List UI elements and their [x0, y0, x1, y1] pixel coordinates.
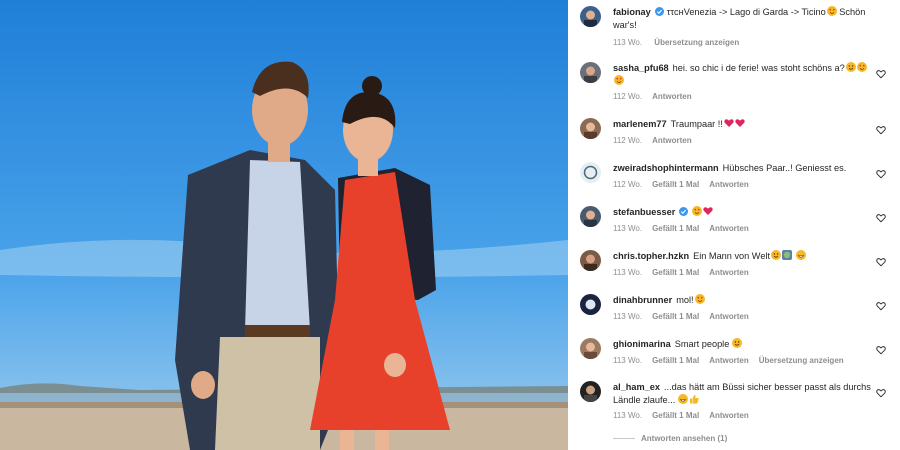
smile-emoji-icon [845, 62, 856, 72]
caption-text: fabionay ττснVenezia -> Lago di Garda -> … [613, 6, 866, 30]
globe-emoji-icon [782, 250, 793, 260]
timestamp: 112 Wo. [613, 136, 643, 145]
timestamp: 113 Wo. [613, 38, 643, 47]
comment-meta: 112 Wo. Antworten [613, 136, 702, 145]
comment-body: stefanbuesser [613, 206, 875, 219]
comment-body: chris.topher.hzkn Ein Mann von Welt [613, 250, 875, 263]
avatar[interactable] [580, 338, 601, 359]
username[interactable]: zweiradshophintermann [613, 163, 719, 173]
reply-link[interactable]: Antworten [709, 224, 749, 233]
avatar[interactable] [580, 294, 601, 315]
comment-body: al_ham_ex ...das hätt am Büssi sicher bes… [613, 382, 871, 405]
username[interactable]: al_ham_ex [613, 382, 660, 392]
comment-meta: 112 Wo. Gefällt 1 Mal Antworten [613, 180, 759, 189]
username[interactable]: sasha_pfu68 [613, 63, 669, 73]
username[interactable]: fabionay [613, 7, 651, 17]
heart-eyes-emoji-icon [826, 6, 837, 16]
translate-link[interactable]: Übersetzung anzeigen [759, 356, 844, 365]
avatar[interactable] [580, 381, 601, 402]
timestamp: 113 Wo. [613, 224, 643, 233]
timestamp: 113 Wo. [613, 356, 643, 365]
reply-link[interactable]: Antworten [652, 92, 692, 101]
comment-body: ghionimarina Smart people [613, 338, 875, 351]
translate-link[interactable]: Übersetzung anzeigen [654, 38, 739, 47]
comment-body: sasha_pfu68 hei. so chic i de ferie! was … [613, 62, 875, 87]
caption-meta: 113 Wo. Übersetzung anzeigen [613, 38, 749, 47]
likes-count[interactable]: Gefällt 1 Mal [652, 312, 699, 321]
avatar[interactable] [580, 206, 601, 227]
likes-count[interactable]: Gefällt 1 Mal [652, 356, 699, 365]
comment-meta: 112 Wo. Antworten [613, 92, 702, 101]
heart-eyes-emoji-icon [614, 74, 624, 85]
timestamp: 112 Wo. [613, 180, 643, 189]
post-photo [0, 0, 568, 450]
likes-count[interactable]: Gefällt 1 Mal [652, 180, 699, 189]
reply-link[interactable]: Antworten [709, 268, 749, 277]
like-heart-icon[interactable] [876, 388, 886, 398]
like-heart-icon[interactable] [876, 257, 886, 267]
view-replies-link[interactable]: Antworten ansehen (1) [613, 434, 727, 443]
comment-body: dinahbrunner mol! [613, 294, 875, 307]
timestamp: 113 Wo. [613, 312, 643, 321]
like-heart-icon[interactable] [876, 345, 886, 355]
avatar[interactable] [580, 62, 601, 83]
comment-body: marlenem77 Traumpaar !! [613, 118, 875, 131]
grin-emoji-icon [678, 393, 689, 404]
red-heart-emoji-icon [724, 119, 734, 127]
heart-eyes-emoji-icon [692, 206, 703, 216]
timestamp: 113 Wo. [613, 268, 643, 277]
like-heart-icon[interactable] [876, 69, 886, 79]
verified-badge-icon [679, 207, 689, 216]
avatar[interactable] [580, 250, 601, 271]
comment-meta: 113 Wo. Gefällt 1 Mal Antworten Übersetzung… [613, 356, 854, 365]
timestamp: 113 Wo. [613, 411, 643, 420]
username[interactable]: stefanbuesser [613, 207, 675, 217]
avatar[interactable] [580, 162, 601, 183]
reply-link[interactable]: Antworten [709, 411, 749, 420]
likes-count[interactable]: Gefällt 1 Mal [652, 224, 699, 233]
comments-panel: fabionay ττснVenezia -> Lago di Garda -> … [568, 0, 900, 450]
red-heart-emoji-icon [735, 119, 745, 127]
comment-meta: 113 Wo. Gefällt 1 Mal Antworten [613, 411, 759, 420]
smile-emoji-icon [732, 338, 743, 348]
username[interactable]: chris.topher.hzkn [613, 251, 689, 261]
grin-emoji-icon [796, 250, 807, 260]
thumbs-up-emoji-icon [690, 394, 699, 404]
like-heart-icon[interactable] [876, 125, 886, 135]
red-heart-emoji-icon [703, 207, 714, 215]
divider [613, 438, 635, 440]
comment-meta: 113 Wo. Gefällt 1 Mal Antworten [613, 268, 759, 277]
timestamp: 112 Wo. [613, 92, 643, 101]
like-heart-icon[interactable] [876, 169, 886, 179]
likes-count[interactable]: Gefällt 1 Mal [652, 268, 699, 277]
avatar[interactable] [580, 6, 601, 27]
verified-badge-icon [654, 7, 664, 16]
reply-link[interactable]: Antworten [709, 180, 749, 189]
likes-count[interactable]: Gefällt 1 Mal [652, 411, 699, 420]
heart-eyes-emoji-icon [856, 62, 867, 72]
reply-link[interactable]: Antworten [709, 356, 749, 365]
smile-emoji-icon [771, 250, 782, 260]
username[interactable]: ghionimarina [613, 339, 671, 349]
username[interactable]: dinahbrunner [613, 295, 672, 305]
comment-meta: 113 Wo. Gefällt 1 Mal Antworten [613, 312, 759, 321]
like-heart-icon[interactable] [876, 301, 886, 311]
reply-link[interactable]: Antworten [709, 312, 749, 321]
reply-link[interactable]: Antworten [652, 136, 692, 145]
avatar[interactable] [580, 118, 601, 139]
heart-eyes-emoji-icon [694, 294, 705, 304]
username[interactable]: marlenem77 [613, 119, 667, 129]
like-heart-icon[interactable] [876, 213, 886, 223]
comment-body: zweiradshophintermann Hübsches Paar..! Ge… [613, 163, 847, 173]
comment-meta: 113 Wo. Gefällt 1 Mal Antworten [613, 224, 759, 233]
